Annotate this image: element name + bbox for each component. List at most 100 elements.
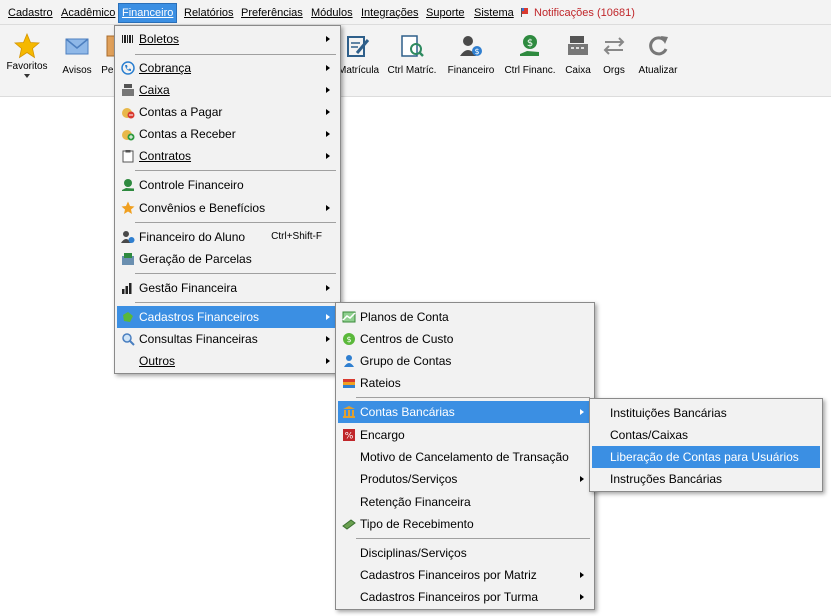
- controle-financeiro-label: Controle Financeiro: [139, 178, 244, 192]
- menu-preferencias[interactable]: Preferências: [238, 4, 306, 22]
- boletos-label: Boletos: [139, 32, 180, 46]
- caixa-label: Caixa: [565, 65, 591, 76]
- toolbar-ctrl-financ-button[interactable]: $ Ctrl Financ.: [503, 33, 557, 93]
- geracao-parcelas-label: Geração de Parcelas: [139, 252, 252, 266]
- menu-item-retencao-financeira[interactable]: Retenção Financeira: [338, 491, 592, 513]
- menu-item-caixa[interactable]: Caixa: [117, 79, 338, 101]
- menu-academico[interactable]: Acadêmico: [58, 4, 118, 22]
- menu-item-contratos[interactable]: Contratos: [117, 145, 338, 167]
- menu-item-instituicoes-bancarias[interactable]: Instituições Bancárias: [592, 402, 820, 424]
- money-hand-icon: [122, 179, 134, 191]
- menu-item-outros[interactable]: Outros: [117, 350, 338, 372]
- money-bag-minus-icon: [122, 108, 135, 119]
- menu-notificacoes[interactable]: Notificações (10681): [517, 4, 638, 22]
- menu-item-cad-por-turma[interactable]: Cadastros Financeiros por Turma: [338, 586, 592, 608]
- bar-chart-icon: [122, 283, 132, 294]
- menu-separator: [356, 538, 590, 539]
- consultas-financeiras-label: Consultas Financeiras: [139, 332, 258, 346]
- menu-separator: [135, 273, 336, 274]
- star-icon: [121, 201, 135, 214]
- menu-item-contas-receber[interactable]: Contas a Receber: [117, 123, 338, 145]
- toolbar-favoritos-button[interactable]: Favoritos: [4, 33, 50, 93]
- retencao-financeira-label: Retenção Financeira: [360, 495, 471, 509]
- menu-item-produtos-servicos[interactable]: Produtos/Serviços: [338, 468, 592, 490]
- menu-item-cobranca[interactable]: Cobrança: [117, 57, 338, 79]
- menu-separator: [135, 222, 336, 223]
- barcode-icon: [122, 35, 133, 43]
- submenu-arrow-icon: [326, 109, 330, 115]
- menu-item-planos-conta[interactable]: Planos de Conta: [338, 306, 592, 328]
- toolbar-matricula-button[interactable]: Matrícula: [338, 33, 379, 93]
- menu-cadastro[interactable]: Cadastro: [5, 4, 56, 22]
- cobranca-label: Cobrança: [139, 61, 192, 75]
- magnifier-icon: [122, 333, 135, 346]
- menu-item-boletos[interactable]: Boletos: [117, 28, 338, 50]
- svg-text:%: %: [345, 432, 354, 442]
- menu-item-instrucoes-bancarias[interactable]: Instruções Bancárias: [592, 468, 820, 490]
- menu-item-contas-caixas[interactable]: Contas/Caixas: [592, 424, 820, 446]
- favoritos-label: Favoritos: [6, 61, 48, 72]
- clipboard-icon: [122, 150, 134, 163]
- ctrl-financ-label: Ctrl Financ.: [504, 65, 556, 76]
- refresh-icon: [649, 36, 668, 56]
- submenu-arrow-icon: [326, 358, 330, 364]
- toolbar-atualizar-button[interactable]: Atualizar: [636, 33, 680, 93]
- menu-item-gestao-financeira[interactable]: Gestão Financeira: [117, 277, 338, 299]
- menu-item-contas-pagar[interactable]: Contas a Pagar: [117, 101, 338, 123]
- user-money-icon: $: [460, 36, 482, 56]
- convenios-label: Convênios e Benefícios: [139, 201, 266, 215]
- cadastros-financeiros-submenu: Planos de Conta $ Centros de Custo Grupo…: [335, 302, 595, 610]
- menubar: Cadastro Acadêmico Financeiro Relatórios…: [0, 0, 831, 25]
- menu-suporte[interactable]: Suporte: [423, 4, 468, 22]
- grupo-contas-label: Grupo de Contas: [360, 354, 452, 368]
- menu-item-consultas-financeiras[interactable]: Consultas Financeiras: [117, 328, 338, 350]
- menu-financeiro[interactable]: Financeiro: [117, 3, 178, 23]
- submenu-arrow-icon: [580, 476, 584, 482]
- toolbar-ctrl-matric-button[interactable]: Ctrl Matríc.: [386, 33, 438, 93]
- menu-item-cadastros-financeiros[interactable]: Cadastros Financeiros: [117, 306, 338, 328]
- disciplinas-servicos-label: Disciplinas/Serviços: [360, 546, 467, 560]
- menu-item-controle-financeiro[interactable]: Controle Financeiro: [117, 174, 338, 196]
- menu-item-liberacao-contas[interactable]: Liberação de Contas para Usuários: [592, 446, 820, 468]
- submenu-arrow-icon: [326, 285, 330, 291]
- stacked-layers-icon: [343, 379, 355, 388]
- menu-item-disciplinas-servicos[interactable]: Disciplinas/Serviços: [338, 542, 592, 564]
- cash-register-icon: [122, 84, 134, 96]
- menu-item-tipo-recebimento[interactable]: Tipo de Recebimento: [338, 513, 592, 535]
- avisos-label: Avisos: [62, 65, 92, 76]
- menu-item-motivo-cancelamento[interactable]: Motivo de Cancelamento de Transação: [338, 446, 592, 468]
- toolbar-orgs-button[interactable]: Orgs: [600, 33, 628, 93]
- menu-separator: [135, 302, 336, 303]
- menu-item-geracao-parcelas[interactable]: Geração de Parcelas: [117, 248, 338, 270]
- submenu-arrow-icon: [326, 153, 330, 159]
- ctrl-matric-label: Ctrl Matríc.: [387, 65, 437, 76]
- menu-item-rateios[interactable]: Rateios: [338, 372, 592, 394]
- rateios-label: Rateios: [360, 376, 401, 390]
- menu-integracoes[interactable]: Integrações: [358, 4, 421, 22]
- centros-custo-label: Centros de Custo: [360, 332, 454, 346]
- money-stack-icon: [342, 519, 356, 530]
- menu-item-contas-bancarias[interactable]: Contas Bancárias: [338, 401, 592, 423]
- liberacao-label: Liberação de Contas para Usuários: [610, 450, 799, 464]
- menu-item-centros-custo[interactable]: $ Centros de Custo: [338, 328, 592, 350]
- menu-item-financeiro-aluno[interactable]: Financeiro do Aluno Ctrl+Shift-F: [117, 226, 338, 248]
- menu-item-convenios[interactable]: Convênios e Benefícios: [117, 197, 338, 219]
- financeiro-label: Financeiro: [447, 65, 495, 76]
- chart-area-icon: [342, 311, 356, 323]
- menu-item-cad-por-matriz[interactable]: Cadastros Financeiros por Matriz: [338, 564, 592, 586]
- menu-sistema[interactable]: Sistema: [471, 4, 517, 22]
- document-money-icon: [122, 253, 134, 265]
- menu-item-encargo[interactable]: % Encargo: [338, 424, 592, 446]
- menu-modulos[interactable]: Módulos: [308, 4, 356, 22]
- toolbar-financeiro-button[interactable]: $ Financeiro: [446, 33, 496, 93]
- menu-relatorios[interactable]: Relatórios: [181, 4, 237, 22]
- svg-text:$: $: [527, 38, 533, 49]
- contas-bancarias-label: Contas Bancárias: [360, 405, 455, 419]
- submenu-arrow-icon: [326, 131, 330, 137]
- toolbar-avisos-button[interactable]: Avisos: [58, 33, 96, 93]
- menu-item-grupo-contas[interactable]: Grupo de Contas: [338, 350, 592, 372]
- menu-separator: [356, 397, 590, 398]
- toolbar-caixa-button[interactable]: Caixa: [563, 33, 593, 93]
- contratos-label: Contratos: [139, 149, 192, 163]
- submenu-arrow-icon: [580, 409, 584, 415]
